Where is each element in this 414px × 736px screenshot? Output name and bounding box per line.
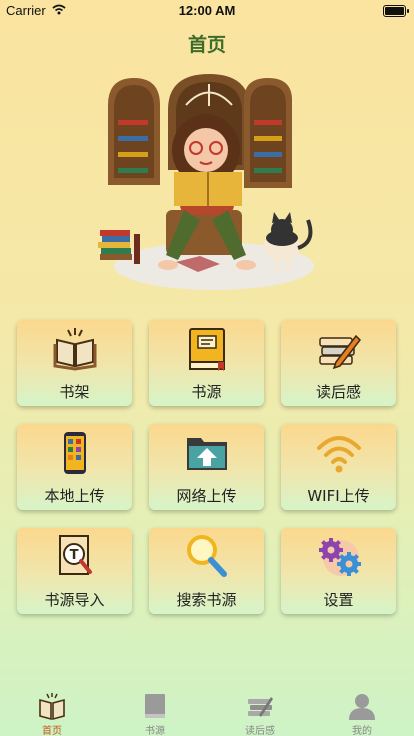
menu-item-search-source[interactable]: 搜索书源	[149, 528, 264, 614]
book-source-icon	[188, 328, 225, 371]
magnifier-icon	[186, 535, 227, 577]
menu-item-label: WIFI上传	[307, 487, 370, 505]
menu-item-label: 设置	[323, 591, 354, 609]
svg-text:T: T	[69, 548, 78, 563]
tab-label: 我的	[352, 726, 372, 736]
battery-icon	[383, 5, 409, 17]
menu-item-local-upload[interactable]: 本地上传	[17, 424, 132, 510]
reading-girl-illustration	[98, 74, 314, 290]
home-book-icon	[39, 693, 65, 721]
tab-reading-notes[interactable]: 读后感	[230, 686, 290, 736]
gears-icon	[318, 538, 361, 576]
menu-item-label: 本地上传	[44, 487, 105, 505]
book-pencil-icon	[318, 334, 361, 370]
tab-home[interactable]: 首页	[22, 686, 82, 736]
open-book-icon	[53, 328, 96, 371]
folder-upload-icon	[186, 438, 227, 470]
menu-item-import-source[interactable]: T 书源导入	[17, 528, 132, 614]
tab-label: 书源	[145, 726, 165, 736]
tab-profile[interactable]: 我的	[332, 686, 392, 736]
menu-item-reading-notes[interactable]: 读后感	[281, 320, 396, 406]
book-icon	[145, 694, 165, 718]
menu-item-label: 读后感	[315, 383, 361, 401]
tab-label: 读后感	[245, 726, 275, 736]
text-search-icon: T	[58, 535, 92, 575]
tab-book-source[interactable]: 书源	[125, 686, 185, 736]
books-stack-icon	[248, 697, 273, 717]
menu-item-settings[interactable]: 设置	[281, 528, 396, 614]
tab-bar: 首页 书源 读后感 我的	[0, 686, 414, 736]
status-bar: Carrier 12:00 AM	[0, 0, 414, 22]
menu-item-label: 网络上传	[176, 487, 237, 505]
tab-label: 首页	[42, 726, 62, 736]
menu-item-bookshelf[interactable]: 书架	[17, 320, 132, 406]
page-title: 首页	[187, 34, 226, 56]
menu-item-label: 书源	[191, 383, 222, 401]
home-screen: Carrier 12:00 AM 首页 书架 书源 读后感 本地上传 网络上传 …	[0, 0, 414, 736]
menu-item-label: 搜索书源	[176, 591, 237, 609]
menu-item-book-source[interactable]: 书源	[149, 320, 264, 406]
clock: 12:00 AM	[178, 3, 236, 18]
menu-item-label: 书源导入	[44, 591, 105, 609]
menu-item-network-upload[interactable]: 网络上传	[149, 424, 264, 510]
menu-item-wifi-upload[interactable]: WIFI上传	[281, 424, 396, 510]
wifi-icon	[316, 436, 361, 473]
user-icon	[349, 694, 375, 720]
menu-item-label: 书架	[59, 383, 90, 401]
phone-icon	[63, 432, 86, 474]
